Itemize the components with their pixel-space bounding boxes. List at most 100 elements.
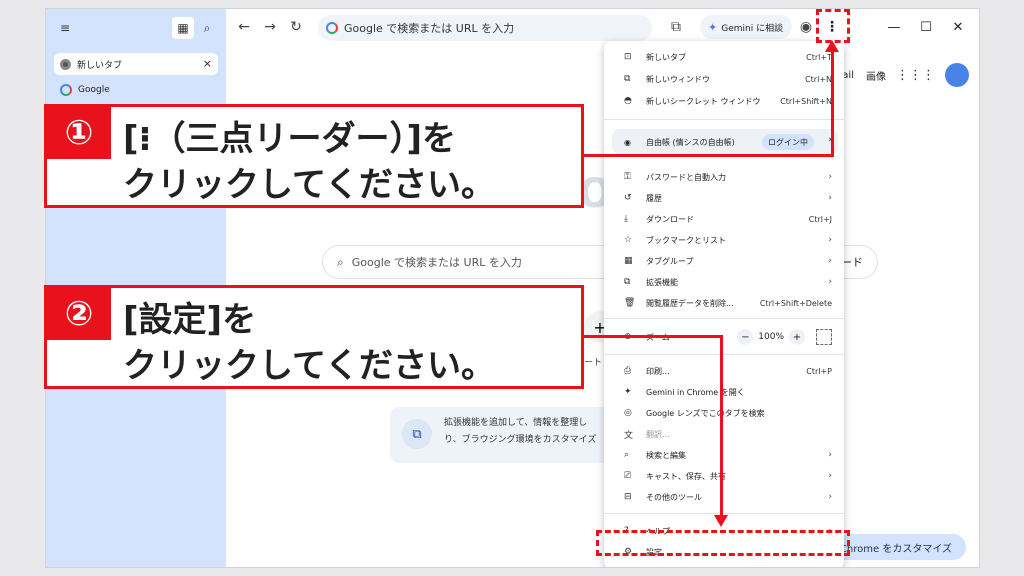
menu-item-bookmarks[interactable]: ☆ ブックマークとリスト › <box>604 230 844 250</box>
menu-label: キャスト、保存、共有 <box>646 471 726 481</box>
menu-item-translate: 文 翻訳... <box>604 424 844 444</box>
google-icon <box>326 22 338 34</box>
menu-label: タブグループ <box>646 256 694 266</box>
chevron-right-icon: › <box>828 471 832 481</box>
callout-line1: [⁝（三点リーダー）]を <box>123 119 456 159</box>
maximize-icon[interactable]: ☐ <box>916 17 936 37</box>
menu-item-incognito[interactable]: ◓ 新しいシークレット ウィンドウ Ctrl+Shift+N <box>604 91 844 111</box>
menu-label: 検索と編集 <box>646 450 686 460</box>
minimize-icon[interactable]: — <box>884 17 904 37</box>
find-icon: ⌕ <box>624 450 630 460</box>
menu-item-exit[interactable]: ⇥ 終了 <box>604 561 844 567</box>
lens-icon: ◎ <box>624 408 632 418</box>
browser-toolbar: ← → ↻ Google で検索または URL を入力 ⧉ ✦ Gemini に… <box>226 9 979 45</box>
zoom-controls: − 100% + <box>732 329 832 345</box>
menu-item-downloads[interactable]: ⤓ ダウンロード Ctrl+J <box>604 209 844 229</box>
sidebar-toolbar: ≡ ▦ ⌕ <box>54 17 218 39</box>
arrow-head-2 <box>714 515 728 527</box>
menu-item-extensions[interactable]: ⧉ 拡張機能 › <box>604 272 844 292</box>
callout-step-1: ① [⁝（三点リーダー）]を クリックしてください。 <box>44 104 584 208</box>
tab-google[interactable]: Google <box>54 79 218 101</box>
zoom-value: 100% <box>758 332 784 342</box>
extensions-icon[interactable]: ⧉ <box>666 17 686 37</box>
menu-item-more-tools[interactable]: ⊟ その他のツール › <box>604 487 844 507</box>
menu-item-gemini[interactable]: ✦ Gemini in Chrome を開く <box>604 382 844 402</box>
star-icon: ☆ <box>624 235 633 245</box>
menu-label: 新しいウィンドウ <box>646 74 710 84</box>
menu-label: 新しいタブ <box>646 52 686 62</box>
reload-icon[interactable]: ↻ <box>286 17 306 37</box>
download-icon: ⤓ <box>624 214 628 224</box>
chevron-right-icon: › <box>828 193 832 203</box>
menu-label: その他のツール <box>646 492 702 502</box>
puzzle-icon: ⧉ <box>624 277 631 287</box>
menu-label: 自由帳 (情シスの自由帳) <box>646 137 735 147</box>
tab-search-icon[interactable]: ⌕ <box>196 17 218 39</box>
collapse-sidebar-icon[interactable]: ≡ <box>54 17 76 39</box>
pointer-line-2-vertical <box>720 335 723 517</box>
new-tab-icon: ⊡ <box>624 52 632 62</box>
menu-item-history[interactable]: ↺ 履歴 › <box>604 188 844 208</box>
menu-label: ブックマークとリスト <box>646 235 726 245</box>
chevron-right-icon: › <box>828 450 832 460</box>
menu-shortcut: Ctrl+N <box>805 74 832 84</box>
login-badge: ログイン中 <box>762 134 814 150</box>
menu-item-cast[interactable]: ⎚ キャスト、保存、共有 › <box>604 466 844 486</box>
step-number: ① <box>47 107 111 159</box>
menu-label: Google レンズでこのタブを検索 <box>646 408 765 418</box>
kebab-highlight <box>816 9 850 43</box>
gemini-button[interactable]: ✦ Gemini に相談 <box>700 15 792 39</box>
extensions-card[interactable]: ⧉ 拡張機能を追加して、情報を整理し り、ブラウジング環境をカスタマイズ <box>390 407 630 463</box>
menu-item-clear-data[interactable]: 🗑 閲覧履歴データを削除... Ctrl+Shift+Delete <box>604 293 844 313</box>
search-right-text: ード <box>841 256 863 269</box>
close-icon[interactable]: × <box>203 57 212 70</box>
cast-icon: ⎚ <box>624 471 632 481</box>
tab-grid-icon[interactable]: ▦ <box>172 17 194 39</box>
back-icon[interactable]: ← <box>234 17 254 37</box>
menu-shortcut: Ctrl+J <box>808 214 832 224</box>
apps-grid-icon[interactable]: ⋮⋮⋮ <box>896 68 935 83</box>
menu-item-find-edit[interactable]: ⌕ 検索と編集 › <box>604 445 844 465</box>
zoom-out-button[interactable]: − <box>737 329 754 345</box>
avatar[interactable] <box>945 63 969 87</box>
new-window-icon: ⧉ <box>624 74 631 84</box>
menu-divider <box>604 354 844 355</box>
menu-label: パスワードと自動入力 <box>646 172 726 182</box>
close-window-icon[interactable]: ✕ <box>948 17 968 37</box>
menu-item-tab-groups[interactable]: ▦ タブグループ › <box>604 251 844 271</box>
menu-label: 履歴 <box>646 193 662 203</box>
menu-shortcut: Ctrl+Shift+N <box>780 96 832 106</box>
menu-item-passwords[interactable]: ⚿ パスワードと自動入力 › <box>604 167 844 187</box>
key-icon: ⚿ <box>624 172 631 182</box>
menu-label: Gemini in Chrome を開く <box>646 387 745 397</box>
settings-highlight <box>596 530 850 556</box>
callout-line2: クリックしてください。 <box>123 165 495 205</box>
tab-groups-icon: ▦ <box>624 256 633 266</box>
tab-new-tab[interactable]: 新しいタブ × <box>54 53 218 75</box>
fullscreen-icon[interactable] <box>816 329 832 345</box>
search-placeholder: Google で検索または URL を入力 <box>351 256 522 269</box>
omnibox[interactable]: Google で検索または URL を入力 <box>318 15 652 41</box>
images-link[interactable]: 画像 <box>866 68 886 83</box>
menu-item-new-window[interactable]: ⧉ 新しいウィンドウ Ctrl+N <box>604 69 844 89</box>
chrome-main-menu: ⊡ 新しいタブ Ctrl+T ⧉ 新しいウィンドウ Ctrl+N ◓ 新しいシー… <box>604 41 844 567</box>
zoom-in-button[interactable]: + <box>789 329 805 345</box>
menu-item-print[interactable]: ⎙ 印刷... Ctrl+P <box>604 361 844 381</box>
menu-shortcut: Ctrl+T <box>806 52 832 62</box>
profile-icon[interactable]: ◉ <box>796 17 816 37</box>
menu-item-lens[interactable]: ◎ Google レンズでこのタブを検索 <box>604 403 844 423</box>
search-icon: ⌕ <box>337 254 344 269</box>
gemini-spark-icon: ✦ <box>708 20 718 34</box>
menu-label: ダウンロード <box>646 214 694 224</box>
translate-icon: 文 <box>624 430 634 441</box>
menu-divider <box>604 119 844 120</box>
menu-divider <box>604 513 844 514</box>
trash-icon: 🗑 <box>624 298 636 308</box>
toolbox-icon: ⊟ <box>624 492 632 502</box>
chevron-right-icon: › <box>828 277 832 287</box>
menu-shortcut: Ctrl+Shift+Delete <box>759 298 832 308</box>
puzzle-icon: ⧉ <box>402 419 432 449</box>
forward-icon[interactable]: → <box>260 17 280 37</box>
menu-item-profile[interactable]: ◉ 自由帳 (情シスの自由帳) ログイン中 › <box>612 129 838 155</box>
menu-item-new-tab[interactable]: ⊡ 新しいタブ Ctrl+T <box>604 47 844 67</box>
